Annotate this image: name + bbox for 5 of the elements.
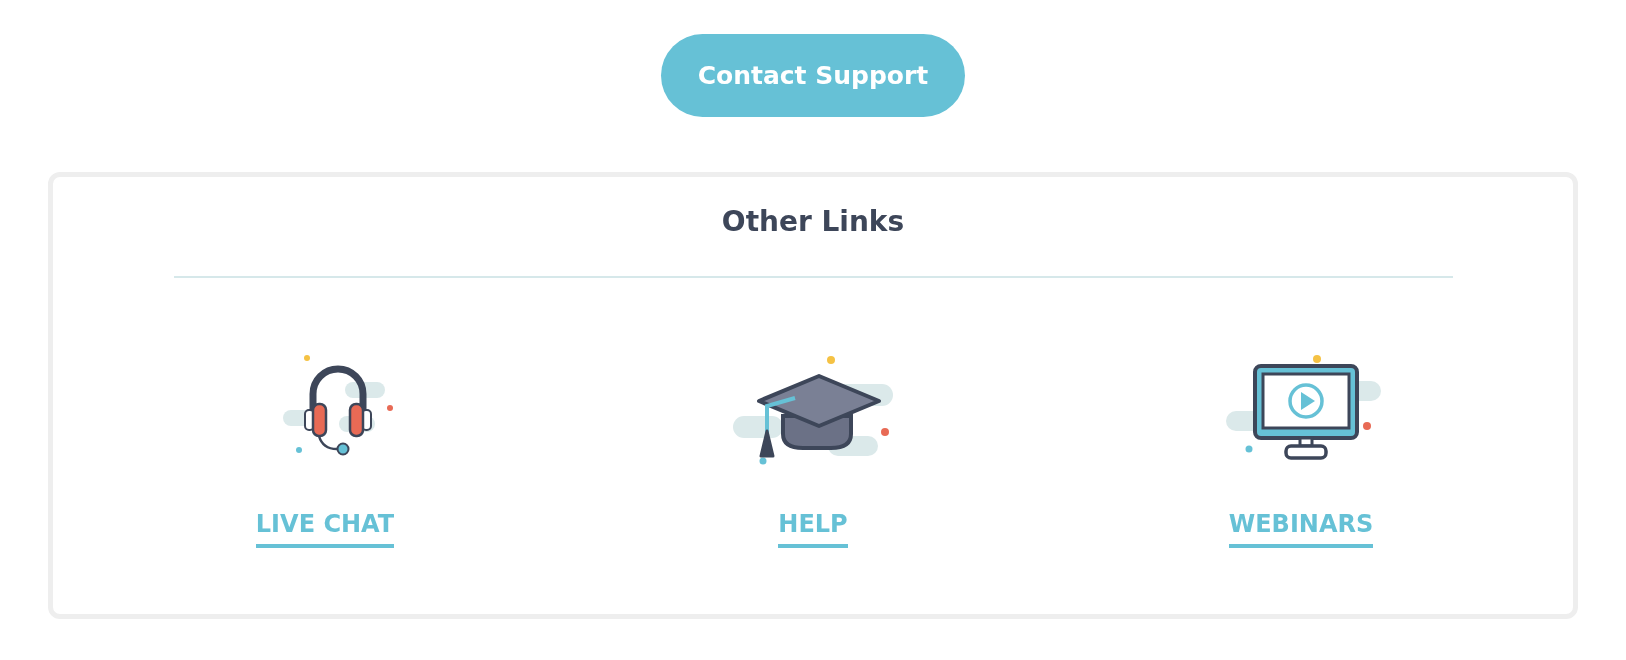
link[interactable]: WEBINARS <box>1228 510 1374 548</box>
link[interactable]: LIVE CHAT <box>255 510 395 548</box>
link[interactable]: HELP <box>778 510 848 548</box>
contact-support-button[interactable]: Contact Support <box>661 34 965 117</box>
section-title: Other Links <box>721 205 905 238</box>
